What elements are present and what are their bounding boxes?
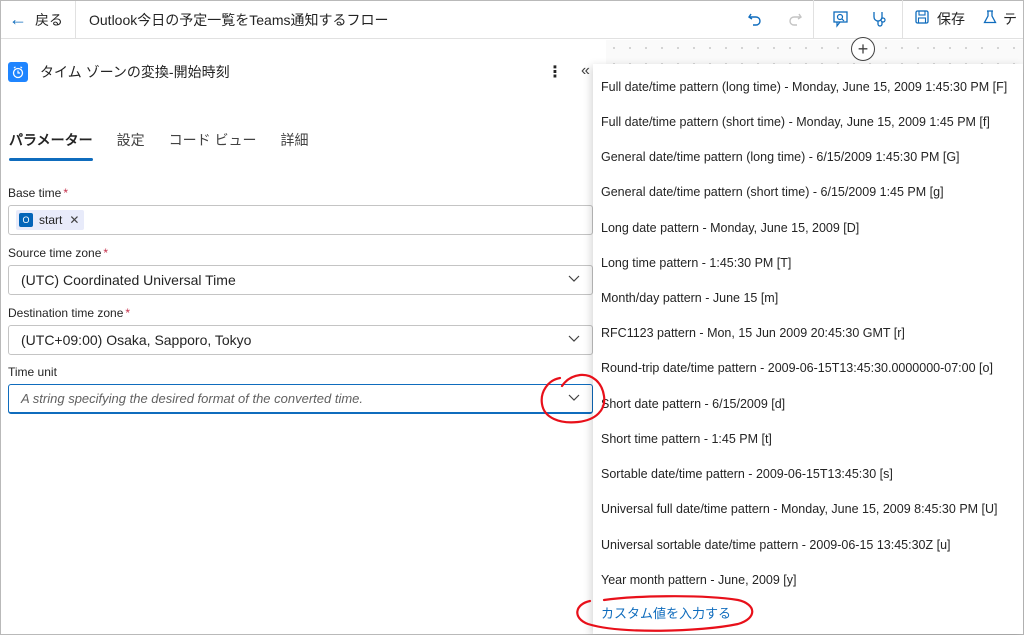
destination-time-zone-label-text: Destination time zone (8, 306, 124, 320)
flask-icon (982, 9, 998, 30)
required-mark: * (63, 186, 69, 200)
action-title: タイム ゾーンの変換-開始時刻 (40, 64, 230, 80)
save-icon (914, 9, 930, 30)
test-button[interactable]: テ (982, 8, 1017, 30)
comment-search-icon[interactable] (830, 8, 852, 30)
redo-icon[interactable] (784, 8, 806, 30)
tab-parameters[interactable]: パラメーター (9, 130, 93, 161)
more-options-icon[interactable]: ⋮ (547, 62, 563, 82)
designer-canvas (606, 40, 1023, 64)
add-step-icon[interactable]: + (851, 37, 875, 61)
tab-details[interactable]: 詳細 (280, 130, 308, 158)
tab-bar: パラメーター 設定 コード ビュー 詳細 (9, 130, 332, 161)
dropdown-option[interactable]: Sortable date/time pattern - 2009-06-15T… (601, 456, 1021, 491)
tab-settings[interactable]: 設定 (117, 130, 145, 158)
test-label: テ (1003, 11, 1017, 27)
base-time-field[interactable]: O start ✕ (8, 205, 593, 235)
dynamic-content-token[interactable]: O start ✕ (16, 210, 85, 230)
required-mark: * (103, 246, 109, 260)
dropdown-option[interactable]: RFC1123 pattern - Mon, 15 Jun 2009 20:45… (601, 315, 1021, 350)
undo-icon[interactable] (744, 8, 766, 30)
flow-checker-icon[interactable] (868, 8, 890, 30)
dropdown-option[interactable]: Month/day pattern - June 15 [m] (601, 280, 1021, 315)
collapse-panel-icon[interactable]: « (581, 62, 590, 80)
dropdown-option[interactable]: Universal sortable date/time pattern - 2… (601, 527, 1021, 562)
flow-title: Outlook今日の予定一覧をTeams通知するフロー (89, 11, 389, 28)
arrow-left-icon: ← (9, 9, 27, 29)
base-time-label: Base time * (8, 186, 68, 200)
back-label: 戻る (35, 11, 63, 28)
destination-time-zone-label: Destination time zone * (8, 306, 130, 320)
dropdown-option[interactable]: Long time pattern - 1:45:30 PM [T] (601, 245, 1021, 280)
required-mark: * (125, 306, 131, 320)
dropdown-option[interactable]: Short time pattern - 1:45 PM [t] (601, 421, 1021, 456)
dropdown-option[interactable]: General date/time pattern (short time) -… (601, 174, 1021, 209)
action-panel: タイム ゾーンの変換-開始時刻 ⋮ « パラメーター 設定 コード ビュー 詳細… (1, 40, 605, 634)
action-header: タイム ゾーンの変換-開始時刻 (8, 62, 230, 82)
dropdown-option[interactable]: Round-trip date/time pattern - 2009-06-1… (601, 350, 1021, 385)
back-button[interactable]: ← 戻る (1, 1, 75, 39)
dropdown-option[interactable]: Universal full date/time pattern - Monda… (601, 491, 1021, 526)
enter-custom-value-link[interactable]: カスタム値を入力する (601, 603, 731, 622)
source-time-zone-value: (UTC) Coordinated Universal Time (21, 272, 236, 288)
divider (902, 0, 903, 38)
source-time-zone-select[interactable]: (UTC) Coordinated Universal Time (8, 265, 593, 295)
divider (813, 0, 814, 38)
outlook-icon: O (19, 213, 33, 227)
time-unit-select[interactable]: A string specifying the desired format o… (8, 384, 593, 414)
destination-time-zone-select[interactable]: (UTC+09:00) Osaka, Sapporo, Tokyo (8, 325, 593, 355)
tab-code-view[interactable]: コード ビュー (169, 130, 257, 158)
destination-time-zone-value: (UTC+09:00) Osaka, Sapporo, Tokyo (21, 332, 252, 348)
time-unit-dropdown: Full date/time pattern (long time) - Mon… (593, 64, 1023, 634)
time-unit-label: Time unit (8, 365, 57, 379)
chevron-down-icon[interactable] (568, 272, 580, 287)
token-label: start (39, 213, 63, 227)
dropdown-option[interactable]: General date/time pattern (long time) - … (601, 139, 1021, 174)
clock-icon (8, 62, 28, 82)
dropdown-option[interactable]: Short date pattern - 6/15/2009 [d] (601, 386, 1021, 421)
dropdown-option[interactable]: Full date/time pattern (long time) - Mon… (601, 69, 1021, 104)
remove-token-icon[interactable]: ✕ (69, 213, 79, 227)
save-button[interactable]: 保存 (914, 8, 965, 30)
source-time-zone-label: Source time zone * (8, 246, 108, 260)
dropdown-option[interactable]: Full date/time pattern (short time) - Mo… (601, 104, 1021, 139)
source-time-zone-label-text: Source time zone (8, 246, 102, 260)
save-label: 保存 (937, 11, 965, 27)
chevron-down-icon[interactable] (568, 391, 580, 406)
dropdown-option[interactable]: Year month pattern - June, 2009 [y] (601, 562, 1021, 597)
chevron-down-icon[interactable] (568, 332, 580, 347)
base-time-label-text: Base time (8, 186, 62, 200)
time-unit-placeholder: A string specifying the desired format o… (21, 391, 364, 406)
dropdown-option[interactable]: Long date pattern - Monday, June 15, 200… (601, 210, 1021, 245)
